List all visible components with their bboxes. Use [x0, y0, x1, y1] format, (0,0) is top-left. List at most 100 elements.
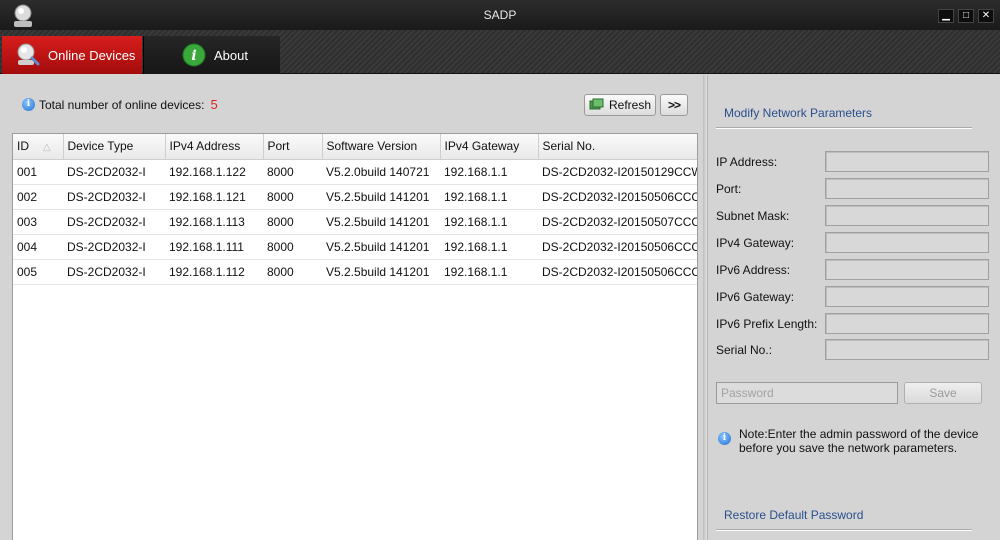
- ipv6-address-field[interactable]: [825, 259, 989, 280]
- table-row[interactable]: 001 DS-2CD2032-I 192.168.1.122 8000 V5.2…: [13, 159, 697, 185]
- window-controls: ▁ □ ✕: [938, 9, 994, 23]
- cell-id: 003: [13, 209, 63, 235]
- cell-port: 8000: [263, 184, 322, 210]
- cell-software-version: V5.2.5build 141201: [322, 234, 440, 260]
- ip-address-field[interactable]: [825, 151, 989, 172]
- cell-software-version: V5.2.5build 141201: [322, 184, 440, 210]
- cell-ipv4-gateway: 192.168.1.1: [440, 234, 538, 260]
- ip-address-label: IP Address:: [716, 155, 778, 169]
- ipv6-prefix-length-row: IPv6 Prefix Length:: [716, 313, 994, 335]
- cell-ipv4-address: 192.168.1.113: [165, 209, 263, 235]
- cell-device-type: DS-2CD2032-I: [63, 184, 165, 210]
- sort-arrow-icon: △: [43, 142, 51, 154]
- ipv6-prefix-length-field[interactable]: [825, 313, 989, 334]
- subnet-mask-field[interactable]: [825, 205, 989, 226]
- expand-panel-button[interactable]: >>: [660, 94, 688, 116]
- cell-ipv4-address: 192.168.1.111: [165, 234, 263, 260]
- svg-text:i: i: [191, 48, 196, 64]
- tab-online-devices-label: Online Devices: [48, 47, 136, 63]
- password-input[interactable]: [716, 382, 898, 404]
- window-title: SADP: [483, 8, 517, 22]
- cell-id: 004: [13, 234, 63, 260]
- ipv4-gateway-field[interactable]: [825, 232, 989, 253]
- magnifier-person-icon: [17, 43, 40, 66]
- ipv4-gateway-row: IPv4 Gateway:: [716, 232, 994, 254]
- cell-serial-no: DS-2CD2032-I20150507CCC: [538, 209, 697, 235]
- tab-about-label: About: [214, 47, 248, 63]
- cell-device-type: DS-2CD2032-I: [63, 159, 165, 185]
- ipv6-address-label: IPv6 Address:: [716, 263, 791, 277]
- cell-serial-no: DS-2CD2032-I20150506CCC: [538, 259, 697, 285]
- info-icon: i: [22, 98, 35, 111]
- column-header-id[interactable]: ID △: [13, 134, 64, 160]
- cell-ipv4-address: 192.168.1.122: [165, 159, 263, 185]
- port-label: Port:: [716, 182, 742, 196]
- cell-ipv4-gateway: 192.168.1.1: [440, 209, 538, 235]
- refresh-button[interactable]: Refresh: [584, 94, 656, 116]
- ip-address-row: IP Address:: [716, 151, 994, 173]
- table-row[interactable]: 002 DS-2CD2032-I 192.168.1.121 8000 V5.2…: [13, 184, 697, 210]
- devices-panel: i Total number of online devices: 5 Refr…: [0, 75, 703, 540]
- ipv4-gateway-label: IPv4 Gateway:: [716, 236, 795, 250]
- cell-port: 8000: [263, 234, 322, 260]
- refresh-label: Refresh: [608, 98, 652, 112]
- column-header-port[interactable]: Port: [263, 134, 323, 160]
- table-row[interactable]: 003 DS-2CD2032-I 192.168.1.113 8000 V5.2…: [13, 209, 697, 235]
- cell-port: 8000: [263, 259, 322, 285]
- column-header-software-version[interactable]: Software Version: [322, 134, 441, 160]
- modify-network-title: Modify Network Parameters: [724, 106, 873, 120]
- cell-ipv4-address: 192.168.1.112: [165, 259, 263, 285]
- device-table: ID △ Device Type IPv4 Address Port Softwa…: [12, 133, 698, 540]
- cell-ipv4-gateway: 192.168.1.1: [440, 184, 538, 210]
- restore-default-password-link[interactable]: Restore Default Password: [724, 508, 863, 522]
- online-count: 5: [210, 97, 218, 112]
- cell-port: 8000: [263, 159, 322, 185]
- cell-software-version: V5.2.5build 141201: [322, 259, 440, 285]
- column-header-device-type[interactable]: Device Type: [63, 134, 166, 160]
- refresh-icon: [589, 98, 604, 110]
- cell-id: 001: [13, 159, 63, 185]
- password-note-text: Note:Enter the admin password of the dev…: [739, 427, 979, 455]
- modify-network-panel: Modify Network Parameters IP Address: Po…: [707, 75, 1000, 540]
- ipv6-prefix-length-label: IPv6 Prefix Length:: [716, 317, 818, 331]
- tab-online-devices[interactable]: Online Devices: [2, 36, 142, 74]
- info-green-icon: i: [182, 43, 206, 67]
- minimize-button[interactable]: ▁: [938, 9, 954, 23]
- column-header-ipv4-gateway[interactable]: IPv4 Gateway: [440, 134, 539, 160]
- table-row[interactable]: 004 DS-2CD2032-I 192.168.1.111 8000 V5.2…: [13, 234, 697, 260]
- cell-serial-no: DS-2CD2032-I20150506CCC: [538, 234, 697, 260]
- tab-about[interactable]: i About: [143, 36, 280, 74]
- cell-ipv4-gateway: 192.168.1.1: [440, 159, 538, 185]
- cell-ipv4-address: 192.168.1.121: [165, 184, 263, 210]
- ipv6-gateway-row: IPv6 Gateway:: [716, 286, 994, 308]
- cell-serial-no: DS-2CD2032-I20150129CCW: [538, 159, 697, 185]
- port-row: Port:: [716, 178, 994, 200]
- serial-no-field[interactable]: [825, 339, 989, 360]
- cell-serial-no: DS-2CD2032-I20150506CCC: [538, 184, 697, 210]
- cell-software-version: V5.2.0build 140721: [322, 159, 440, 185]
- save-button[interactable]: Save: [904, 382, 982, 404]
- table-row[interactable]: 005 DS-2CD2032-I 192.168.1.112 8000 V5.2…: [13, 259, 697, 285]
- column-header-ipv4-address[interactable]: IPv4 Address: [165, 134, 264, 160]
- info-icon: i: [718, 432, 731, 445]
- cell-ipv4-gateway: 192.168.1.1: [440, 259, 538, 285]
- maximize-button[interactable]: □: [958, 9, 974, 23]
- ipv6-gateway-label: IPv6 Gateway:: [716, 290, 795, 304]
- column-header-serial-no[interactable]: Serial No.: [538, 134, 697, 160]
- cell-device-type: DS-2CD2032-I: [63, 259, 165, 285]
- cell-device-type: DS-2CD2032-I: [63, 234, 165, 260]
- online-summary: i Total number of online devices: 5: [22, 97, 218, 112]
- cell-id: 005: [13, 259, 63, 285]
- cell-software-version: V5.2.5build 141201: [322, 209, 440, 235]
- ipv6-address-row: IPv6 Address:: [716, 259, 994, 281]
- section-divider: [716, 529, 972, 531]
- serial-no-label: Serial No.:: [716, 343, 773, 357]
- close-button[interactable]: ✕: [978, 9, 994, 23]
- cell-id: 002: [13, 184, 63, 210]
- port-field[interactable]: [825, 178, 989, 199]
- ipv6-gateway-field[interactable]: [825, 286, 989, 307]
- subnet-mask-row: Subnet Mask:: [716, 205, 994, 227]
- serial-no-row: Serial No.:: [716, 339, 994, 361]
- section-divider: [716, 127, 972, 129]
- online-summary-label: Total number of online devices:: [39, 97, 205, 112]
